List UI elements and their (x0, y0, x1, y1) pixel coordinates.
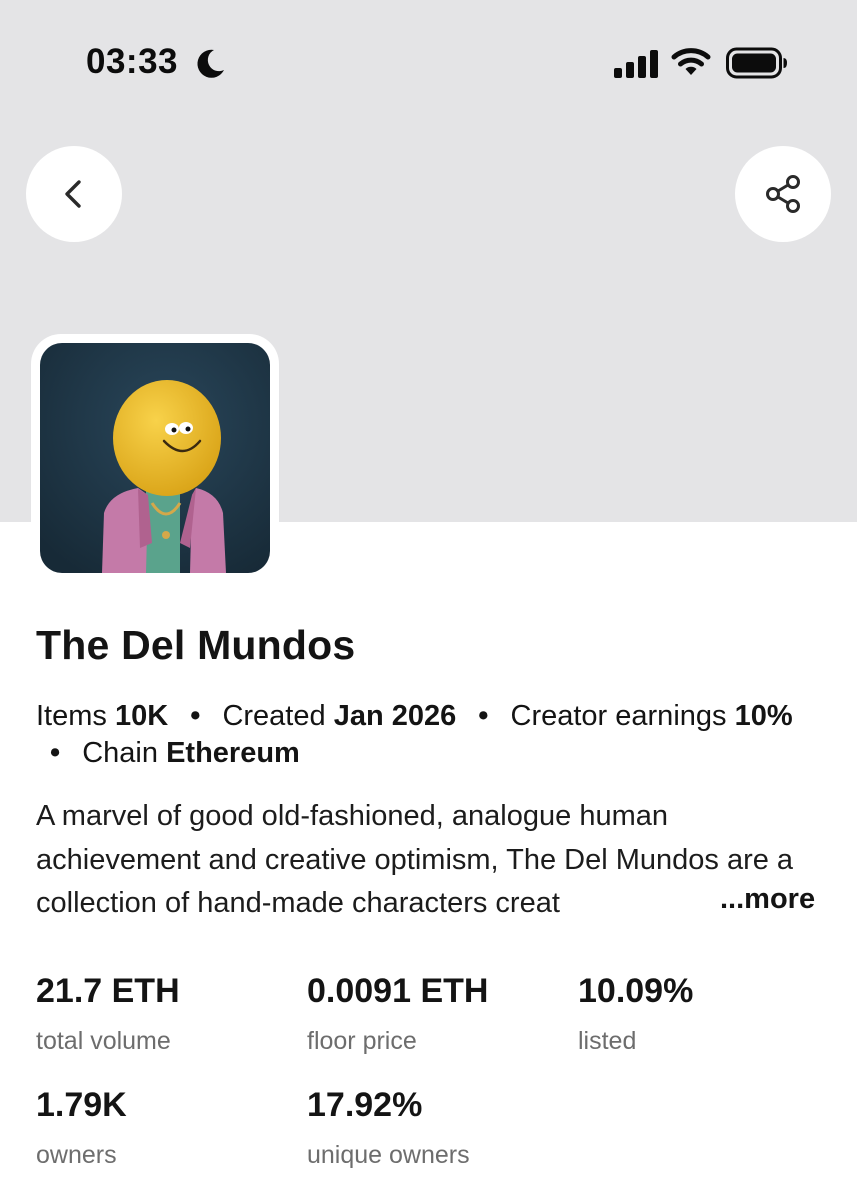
chevron-left-icon (65, 180, 81, 208)
meta-separator: • (190, 700, 201, 732)
stat-label: total volume (36, 1027, 171, 1055)
read-more-link[interactable]: ...more (720, 883, 816, 916)
stat-value: 10.09% (578, 972, 694, 1010)
share-button[interactable] (735, 146, 831, 242)
created-value: Jan 2026 (333, 700, 457, 732)
stat-label: floor price (307, 1027, 417, 1055)
status-time: 03:33 (86, 42, 179, 81)
back-button[interactable] (26, 146, 122, 242)
stat-label: unique owners (307, 1141, 470, 1169)
stat-owners: 1.79K owners (36, 1086, 127, 1170)
stat-listed: 10.09% listed (578, 972, 693, 1056)
stat-label: listed (578, 1027, 637, 1055)
stat-value: 21.7 ETH (36, 972, 180, 1010)
stat-floor-price: 0.0091 ETH floor price (307, 972, 488, 1056)
stat-value: 0.0091 ETH (307, 972, 489, 1010)
stat-value: 17.92% (307, 1086, 423, 1124)
items-label: Items (36, 700, 107, 732)
wifi-icon (671, 48, 711, 75)
collection-meta: Items 10K • Created Jan 2026 • Creator e… (36, 698, 826, 772)
created-label: Created (222, 700, 326, 732)
cellular-signal-icon (614, 50, 658, 78)
moon-icon (197, 49, 224, 78)
avatar-image (40, 343, 270, 573)
chain-label: Chain (82, 737, 158, 769)
stat-unique-owners: 17.92% unique owners (307, 1086, 470, 1170)
description-fade (620, 882, 720, 926)
stat-label: owners (36, 1141, 117, 1169)
status-bar: 03:33 (0, 0, 857, 130)
share-icon (766, 175, 800, 213)
items-value: 10K (114, 700, 169, 732)
stat-total-volume: 21.7 ETH total volume (36, 972, 180, 1056)
collection-title: The Del Mundos (36, 622, 356, 668)
battery-icon (726, 47, 787, 79)
meta-separator: • (50, 737, 61, 769)
earnings-label: Creator earnings (510, 700, 727, 732)
meta-separator: • (478, 700, 489, 732)
earnings-value: 10% (734, 700, 793, 732)
collection-avatar (31, 334, 279, 582)
chain-value: Ethereum (166, 737, 300, 769)
stat-value: 1.79K (36, 1086, 127, 1124)
